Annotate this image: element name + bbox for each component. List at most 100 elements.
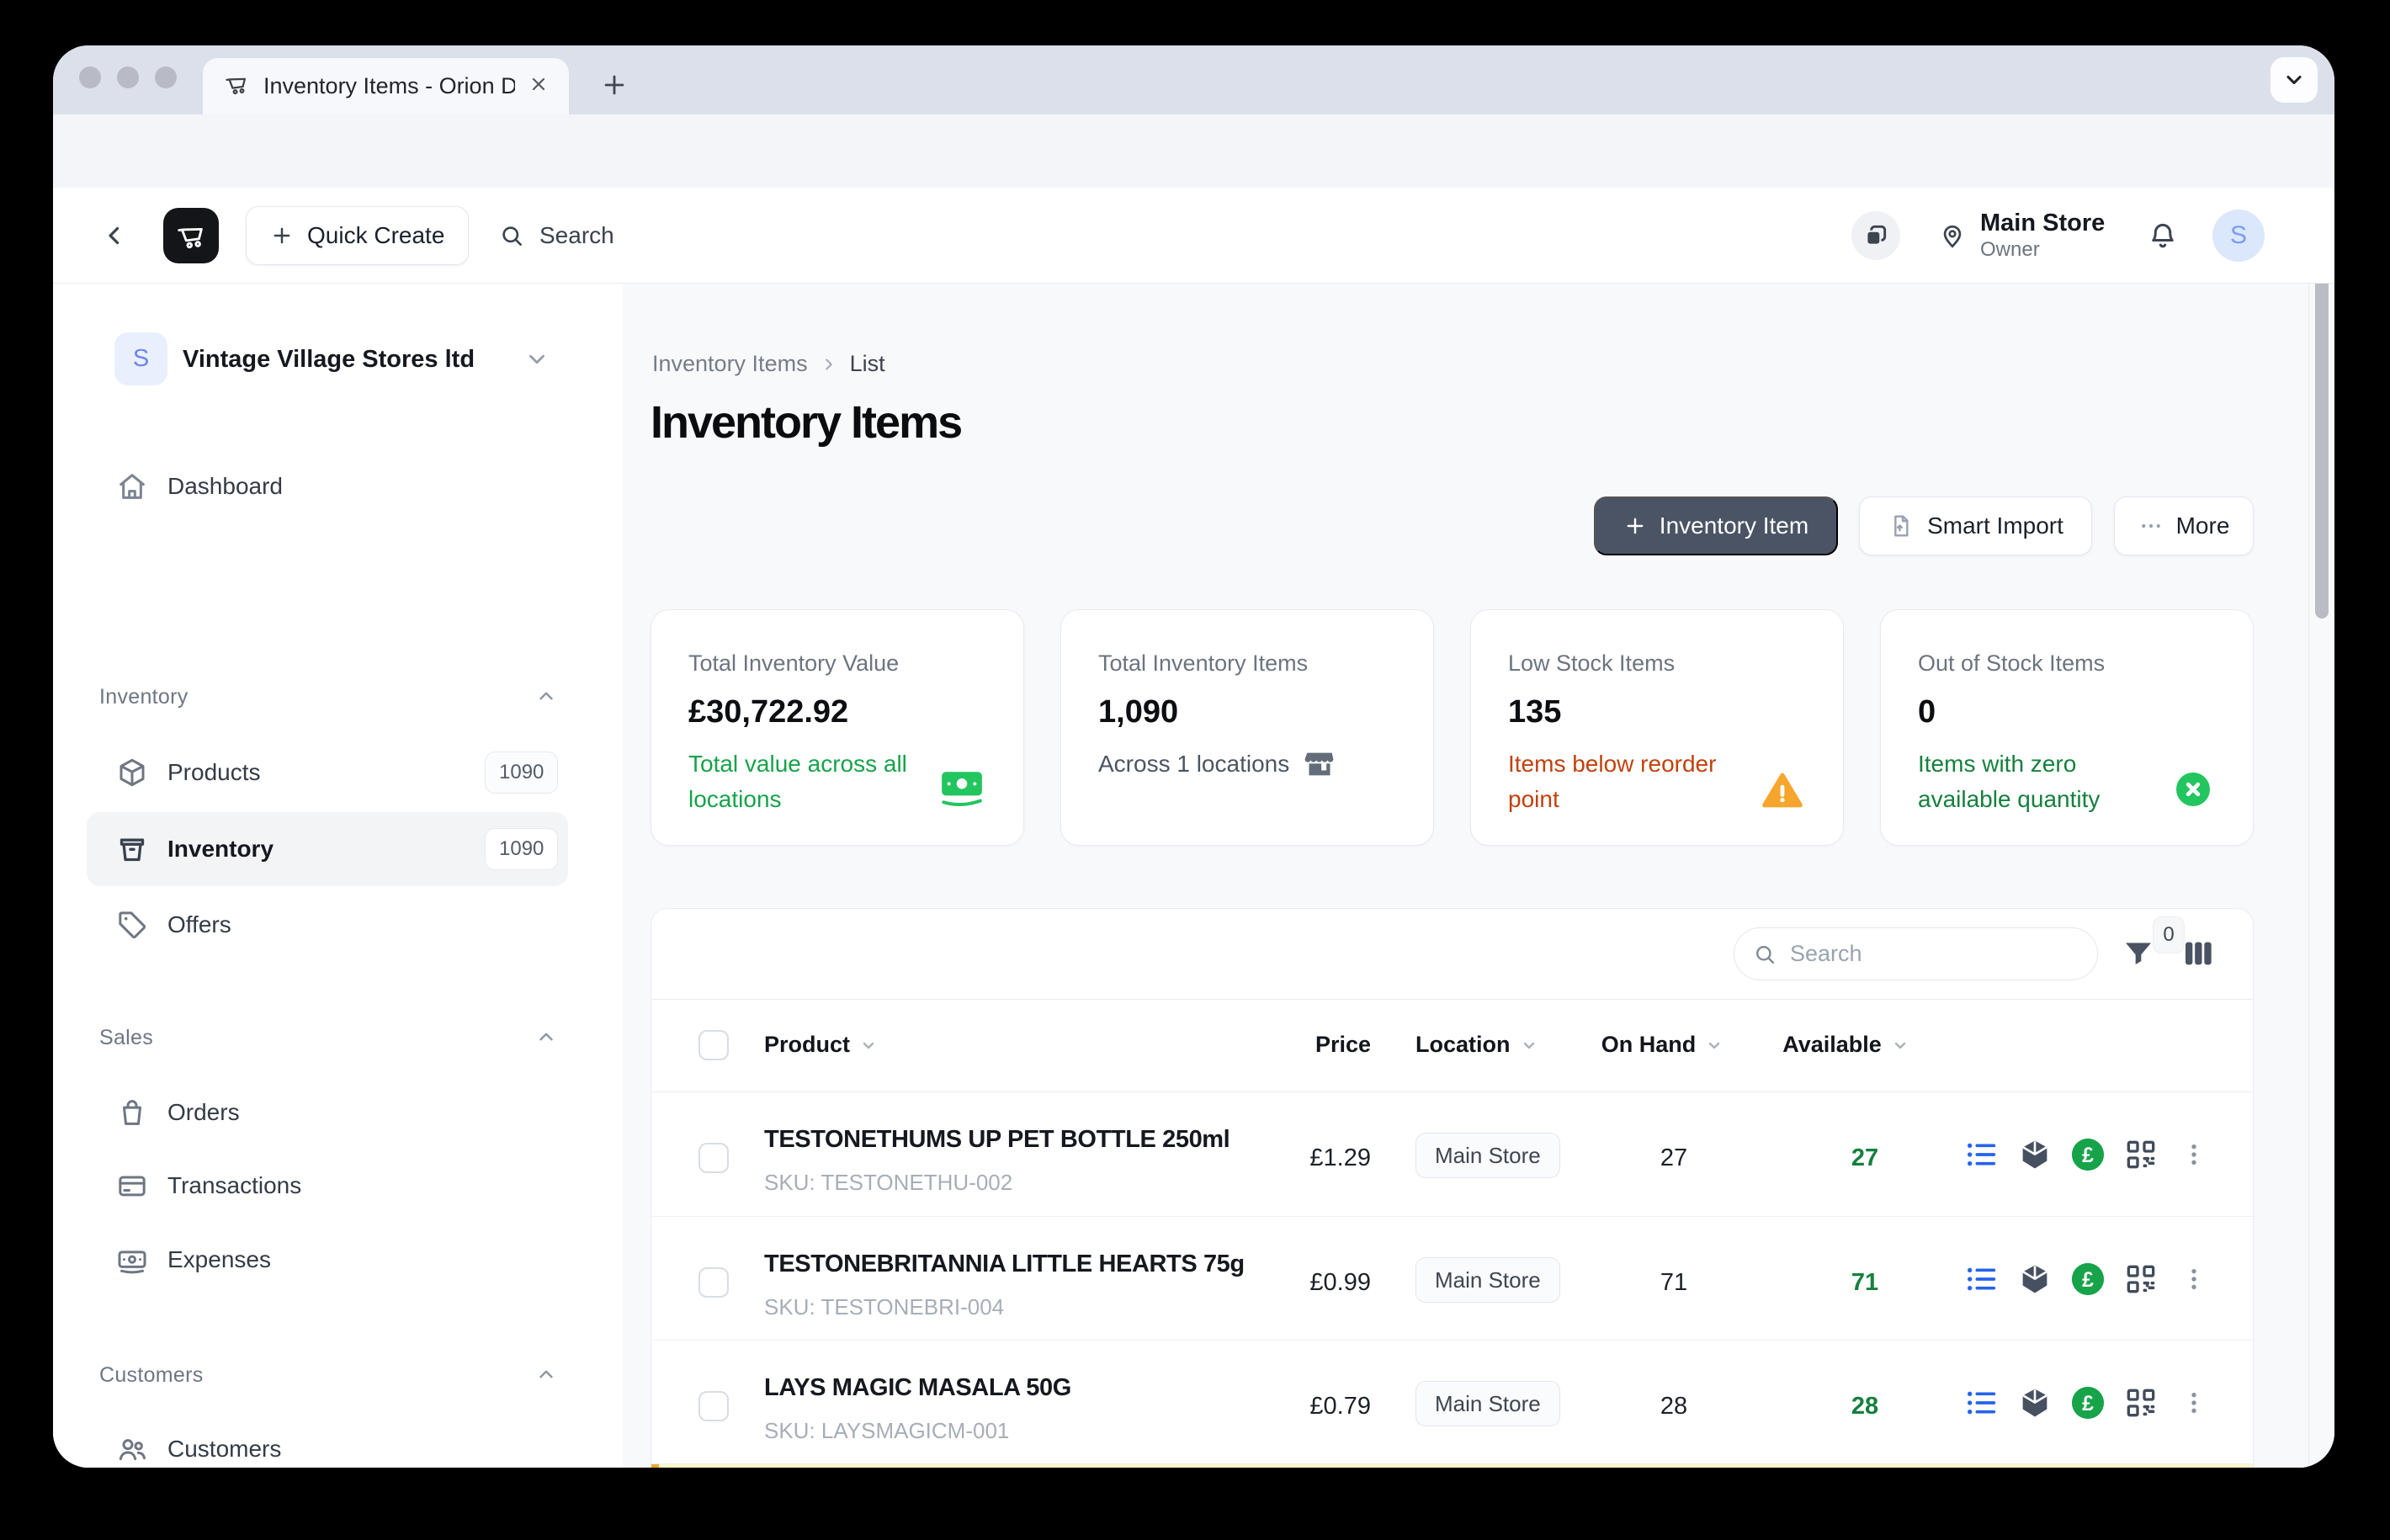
on-hand-count: 28 [1598,1393,1750,1421]
column-header-on-hand[interactable]: On Hand [1587,1032,1739,1058]
table-row[interactable]: HEERA RAGI FLOUR 1KG SKU: HEERARAGIF-001… [651,1463,2253,1468]
stock-cube-icon[interactable] [2016,1384,2053,1421]
close-window-icon[interactable] [79,66,101,88]
table-search[interactable] [1734,927,2098,980]
workspace-switcher-button[interactable] [1851,211,1900,260]
select-all-checkbox[interactable] [698,1030,729,1060]
column-header-location[interactable]: Location [1415,1032,1539,1058]
row-menu-kebab-icon[interactable] [2175,1136,2212,1173]
table-header: Product Price Location On Hand [651,999,2253,1092]
tab-search-chevron-icon[interactable] [2270,57,2318,103]
svg-text:£: £ [2082,1269,2094,1292]
sort-chevron-icon [858,1035,879,1055]
browser-tab[interactable]: Inventory Items - Orion Dev [203,58,569,114]
table-row[interactable]: TESTONEBRITANNIA LITTLE HEARTS 75g SKU: … [651,1216,2253,1340]
sidebar-item-label: Expenses [167,1246,271,1273]
more-button[interactable]: More [2114,497,2254,555]
price-pound-icon[interactable]: £ [2069,1136,2106,1173]
stat-subtitle: Total value across all locations [688,746,941,817]
chevron-up-icon[interactable] [535,685,557,711]
sidebar-item-orders[interactable]: Orders [53,1075,623,1150]
chevron-down-icon [524,347,550,376]
row-actions: £ [1963,1384,2212,1421]
product-price: £0.79 [1203,1393,1371,1421]
sort-chevron-icon [1890,1035,1910,1055]
chevron-up-icon[interactable] [535,1026,557,1052]
row-menu-kebab-icon[interactable] [2175,1261,2212,1298]
global-search-label: Search [539,222,614,249]
row-menu-kebab-icon[interactable] [2175,1384,2212,1421]
price-pound-icon[interactable]: £ [2069,1384,2106,1421]
new-tab-icon[interactable] [600,71,629,104]
tab-close-icon[interactable] [528,74,549,98]
sidebar-item-offers[interactable]: Offers [53,888,623,962]
org-switcher[interactable]: S Vintage Village Stores ltd [53,321,623,397]
sidebar-item-transactions[interactable]: Transactions [53,1149,623,1223]
row-checkbox[interactable] [698,1391,729,1421]
sidebar-item-customers[interactable]: Customers [53,1412,623,1468]
table-row[interactable]: LAYS MAGIC MASALA 50G SKU: LAYSMAGICM-00… [651,1340,2253,1463]
sidebar-item-dashboard[interactable]: Dashboard [53,449,623,523]
sidebar-item-inventory[interactable]: Inventory 1090 [53,812,623,886]
qr-code-icon[interactable] [2122,1136,2159,1173]
store-name: Main Store [1980,209,2105,237]
smart-import-label: Smart Import [1927,512,2063,539]
on-hand-count: 71 [1598,1269,1750,1297]
file-upload-icon [1888,512,1915,539]
count-badge: 1090 [485,751,558,794]
columns-icon[interactable] [2181,937,2215,974]
stat-card-total-value: Total Inventory Value £30,722.92 Total v… [651,609,1024,846]
stat-label: Total Inventory Items [1098,651,1308,677]
breadcrumb: Inventory Items List [652,351,885,377]
column-header-available[interactable]: Available [1771,1032,1922,1058]
global-search-button[interactable]: Search [499,188,614,284]
column-header-product[interactable]: Product [764,1032,879,1058]
stat-subtitle: Items below reorder point [1508,746,1761,817]
filter-icon[interactable] [2122,937,2155,974]
sort-chevron-icon [1704,1035,1724,1055]
column-header-price[interactable]: Price [1203,1032,1371,1058]
stock-cube-icon[interactable] [2016,1261,2053,1298]
sidebar-section-inventory: Inventory [99,685,189,709]
smart-import-button[interactable]: Smart Import [1859,497,2092,555]
collapse-sidebar-icon[interactable] [100,188,129,284]
available-count: 71 [1789,1269,1941,1297]
product-name[interactable]: TESTONEBRITANNIA LITTLE HEARTS 75g [764,1251,1245,1278]
app-logo-cart-icon[interactable] [163,208,219,263]
org-name: Vintage Village Stores ltd [183,346,475,374]
add-inventory-item-button[interactable]: Inventory Item [1594,497,1838,555]
quick-create-button[interactable]: Quick Create [246,206,469,265]
stat-label: Total Inventory Value [688,651,899,677]
movements-list-icon[interactable] [1963,1136,2000,1173]
zoom-window-icon[interactable] [155,66,177,88]
location-badge: Main Store [1415,1257,1560,1303]
page-scrollbar[interactable] [2308,188,2334,1468]
price-pound-icon[interactable]: £ [2069,1261,2106,1298]
store-selector[interactable]: Main Store Owner [1938,188,2105,284]
chevron-up-icon[interactable] [535,1363,557,1389]
breadcrumb-parent[interactable]: Inventory Items [652,351,808,377]
notifications-bell-icon[interactable] [2147,220,2179,256]
sidebar-item-products[interactable]: Products 1090 [53,735,623,810]
search-icon [499,223,524,248]
product-name[interactable]: LAYS MAGIC MASALA 50G [764,1374,1071,1402]
stock-cube-icon[interactable] [2016,1136,2053,1173]
chevron-right-icon [820,355,838,374]
product-name[interactable]: TESTONETHUMS UP PET BOTTLE 250ml [764,1126,1230,1154]
traffic-lights[interactable] [79,66,177,88]
stat-value: 135 [1508,694,1561,730]
on-hand-count: 27 [1598,1144,1750,1172]
qr-code-icon[interactable] [2122,1384,2159,1421]
minimize-window-icon[interactable] [117,66,139,88]
table-row[interactable]: TESTONETHUMS UP PET BOTTLE 250ml SKU: TE… [651,1092,2253,1216]
table-search-input[interactable] [1790,941,2042,967]
product-sku: SKU: TESTONETHU-002 [764,1170,1012,1196]
movements-list-icon[interactable] [1963,1384,2000,1421]
sidebar-item-expenses[interactable]: Expenses [53,1223,623,1297]
user-avatar[interactable]: S [2212,210,2265,262]
qr-code-icon[interactable] [2122,1261,2159,1298]
row-checkbox[interactable] [698,1143,729,1173]
credit-card-icon [114,1167,151,1204]
row-checkbox[interactable] [698,1267,729,1298]
movements-list-icon[interactable] [1963,1261,2000,1298]
